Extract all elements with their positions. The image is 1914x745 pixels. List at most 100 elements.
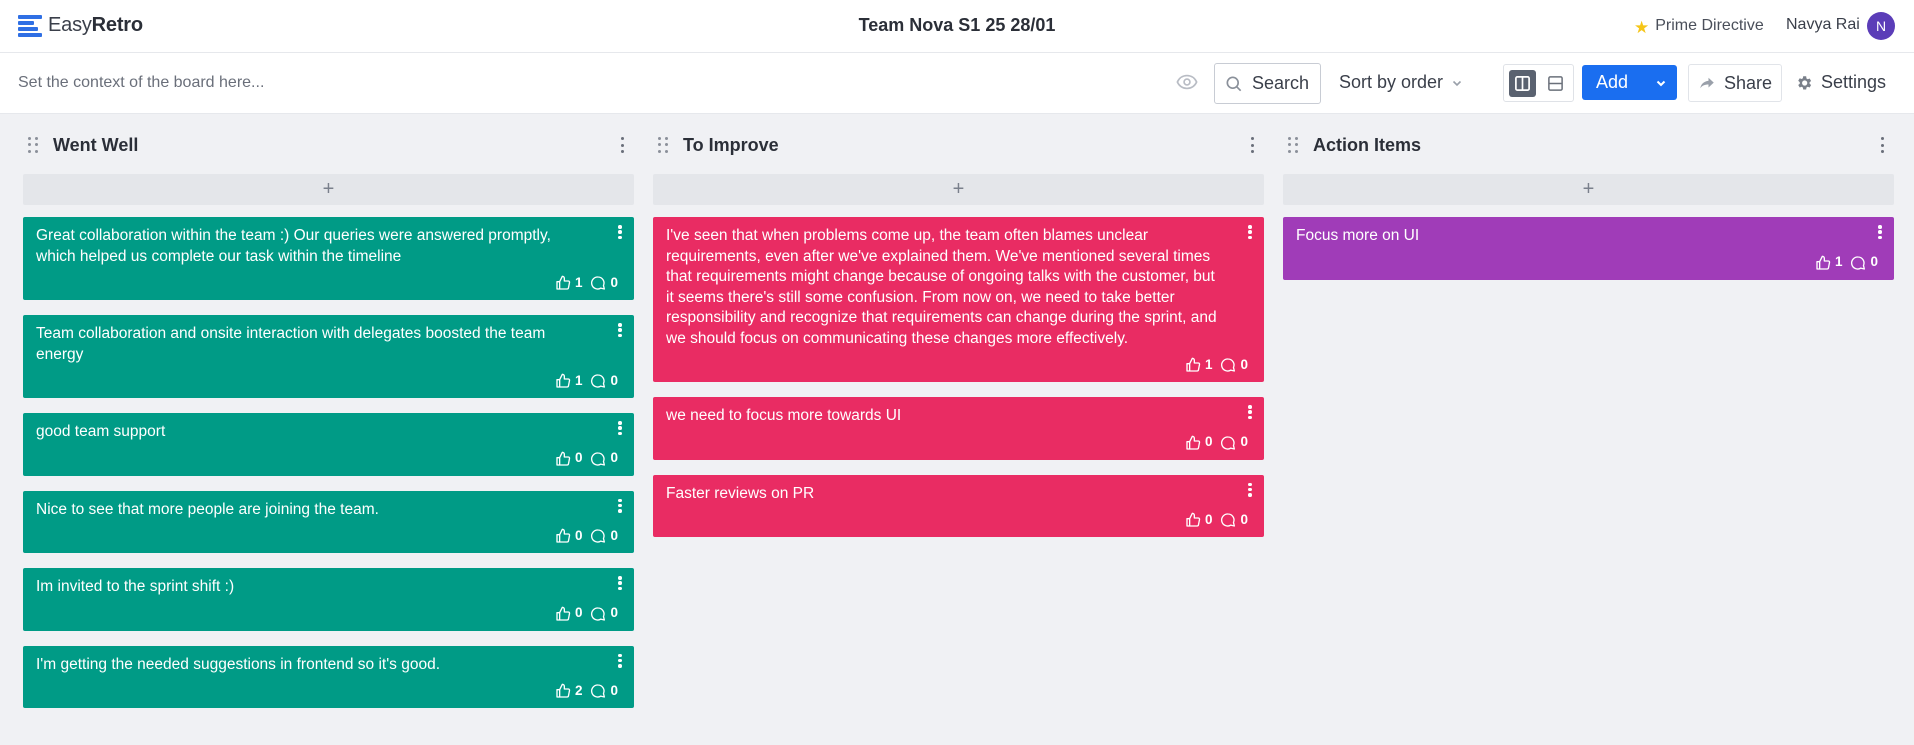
- retro-card[interactable]: Im invited to the sprint shift :) 0 0: [23, 568, 634, 631]
- sort-dropdown[interactable]: Sort by order: [1339, 72, 1463, 93]
- kebab-menu-icon[interactable]: [1250, 137, 1254, 153]
- column-title[interactable]: To Improve: [683, 135, 779, 156]
- comment-icon[interactable]: [1220, 512, 1236, 528]
- like-count: 1: [1204, 356, 1213, 372]
- board-title[interactable]: Team Nova S1 25 28/01: [859, 15, 1056, 35]
- add-card-button[interactable]: +: [1283, 174, 1894, 205]
- logo-text: EasyRetro: [48, 14, 143, 37]
- column-title[interactable]: Went Well: [53, 135, 138, 156]
- card-footer: 0 0: [36, 527, 622, 545]
- thumbs-up-icon[interactable]: [555, 275, 571, 291]
- prime-directive-label: Prime Directive: [1655, 17, 1764, 34]
- comment-icon[interactable]: [1220, 435, 1236, 451]
- drag-handle-icon[interactable]: [658, 137, 670, 153]
- retro-card[interactable]: I've seen that when problems come up, th…: [653, 217, 1264, 382]
- retro-card[interactable]: Nice to see that more people are joining…: [23, 490, 634, 553]
- kebab-menu-icon[interactable]: [618, 498, 622, 513]
- kebab-menu-icon[interactable]: [618, 421, 622, 435]
- like-count: 1: [574, 372, 583, 388]
- comment-icon[interactable]: [590, 373, 606, 389]
- drag-handle-icon[interactable]: [28, 137, 40, 153]
- eye-icon[interactable]: [1176, 71, 1198, 93]
- kebab-menu-icon[interactable]: [1880, 137, 1884, 153]
- search-button[interactable]: Search: [1214, 63, 1321, 104]
- like-count: 1: [1834, 254, 1843, 270]
- user-name[interactable]: Navya Rai: [1786, 16, 1860, 34]
- comment-icon[interactable]: [590, 606, 606, 622]
- add-dropdown-toggle[interactable]: [1645, 65, 1677, 100]
- column-action-items: Action Items + Focus more on UI 1 0: [1283, 122, 1894, 280]
- kebab-menu-icon[interactable]: [1248, 225, 1252, 239]
- settings-button[interactable]: Settings: [1795, 72, 1886, 93]
- thumbs-up-icon[interactable]: [555, 606, 571, 622]
- add-card-button[interactable]: +: [653, 174, 1264, 205]
- comment-icon[interactable]: [590, 683, 606, 699]
- card-text: Team collaboration and onsite interactio…: [36, 325, 546, 363]
- comment-count: 0: [610, 274, 618, 290]
- thumbs-up-icon[interactable]: [555, 683, 571, 699]
- kebab-menu-icon[interactable]: [618, 225, 622, 239]
- kebab-menu-icon[interactable]: [618, 653, 622, 668]
- retro-card[interactable]: Team collaboration and onsite interactio…: [23, 315, 634, 398]
- thumbs-up-icon[interactable]: [555, 373, 571, 389]
- comment-icon[interactable]: [590, 451, 606, 467]
- columns-view-icon: [1515, 75, 1530, 91]
- prime-directive-link[interactable]: ★ Prime Directive: [1634, 16, 1764, 36]
- avatar[interactable]: N: [1867, 12, 1895, 40]
- app-logo[interactable]: EasyRetro: [18, 13, 143, 37]
- kebab-menu-icon[interactable]: [1248, 482, 1252, 497]
- comment-icon[interactable]: [1220, 357, 1236, 373]
- kebab-menu-icon[interactable]: [620, 137, 624, 153]
- add-button[interactable]: Add: [1582, 65, 1677, 100]
- like-count: 1: [574, 274, 583, 290]
- thumbs-up-icon[interactable]: [555, 451, 571, 467]
- logo-text-light: Easy: [48, 13, 92, 36]
- card-list: Focus more on UI 1 0: [1283, 217, 1894, 280]
- thumbs-up-icon[interactable]: [555, 528, 571, 544]
- add-card-button[interactable]: +: [23, 174, 634, 205]
- thumbs-up-icon[interactable]: [1185, 435, 1201, 451]
- logo-text-bold: Retro: [91, 13, 143, 36]
- retro-card[interactable]: Focus more on UI 1 0: [1283, 217, 1894, 280]
- comment-icon[interactable]: [1850, 255, 1866, 271]
- retro-card[interactable]: we need to focus more towards UI 0 0: [653, 397, 1264, 460]
- column-title[interactable]: Action Items: [1313, 135, 1421, 156]
- rows-view-button[interactable]: [1542, 70, 1569, 97]
- comment-count: 0: [610, 682, 618, 698]
- view-toggle: [1503, 64, 1574, 102]
- card-text: Nice to see that more people are joining…: [36, 500, 379, 518]
- comment-icon[interactable]: [590, 528, 606, 544]
- like-count: 0: [574, 527, 583, 543]
- thumbs-up-icon[interactable]: [1185, 357, 1201, 373]
- column-went-well: Went Well + Great collaboration within t…: [23, 122, 634, 708]
- comment-count: 0: [610, 527, 618, 543]
- top-bar: EasyRetro Team Nova S1 25 28/01 ★ Prime …: [0, 0, 1914, 53]
- comment-count: 0: [610, 372, 618, 388]
- comment-count: 0: [1240, 356, 1248, 372]
- retro-card[interactable]: Great collaboration within the team :) O…: [23, 217, 634, 300]
- kebab-menu-icon[interactable]: [1248, 405, 1252, 419]
- retro-card[interactable]: Faster reviews on PR 0 0: [653, 474, 1264, 537]
- retro-card[interactable]: good team support 0 0: [23, 413, 634, 476]
- sort-label: Sort by order: [1339, 72, 1444, 92]
- thumbs-up-icon[interactable]: [1815, 255, 1831, 271]
- kebab-menu-icon[interactable]: [618, 323, 622, 337]
- comment-count: 0: [1240, 434, 1248, 450]
- chevron-down-icon: [1656, 80, 1666, 86]
- board-context-input[interactable]: Set the context of the board here...: [18, 74, 264, 92]
- drag-handle-icon[interactable]: [1288, 137, 1300, 153]
- thumbs-up-icon[interactable]: [1185, 512, 1201, 528]
- retro-card[interactable]: I'm getting the needed suggestions in fr…: [23, 645, 634, 708]
- card-footer: 1 0: [36, 372, 622, 390]
- card-text: I've seen that when problems come up, th…: [666, 227, 1217, 347]
- kebab-menu-icon[interactable]: [618, 576, 622, 590]
- like-count: 0: [574, 605, 583, 621]
- comment-count: 0: [1240, 511, 1248, 527]
- column-header: To Improve: [653, 122, 1264, 168]
- comment-icon[interactable]: [590, 275, 606, 291]
- add-label: Add: [1596, 72, 1629, 92]
- columns-view-button[interactable]: [1509, 69, 1536, 97]
- share-button[interactable]: Share: [1688, 64, 1782, 102]
- like-count: 0: [574, 450, 583, 466]
- kebab-menu-icon[interactable]: [1878, 225, 1882, 239]
